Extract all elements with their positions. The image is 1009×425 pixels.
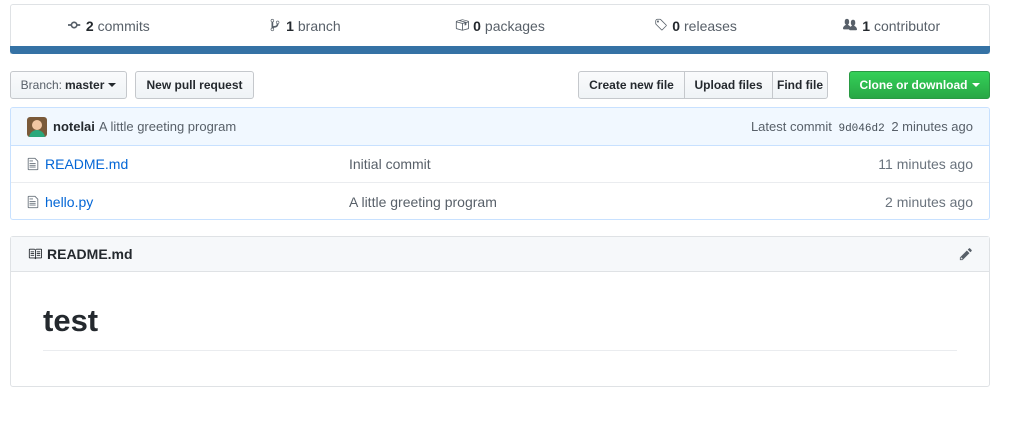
readme-title: README.md xyxy=(47,246,133,262)
latest-commit-prefix: Latest commit xyxy=(750,118,832,134)
book-icon xyxy=(27,247,47,261)
tag-icon xyxy=(654,18,668,35)
file-age: 2 minutes ago xyxy=(885,193,973,210)
releases-link[interactable]: 0 releases xyxy=(598,18,794,35)
clone-label: Clone or download xyxy=(859,78,968,92)
package-icon xyxy=(455,18,470,35)
find-file-button[interactable]: Find file xyxy=(772,71,828,99)
readme-heading: test xyxy=(43,303,957,352)
latest-commit-bar: notelai A little greeting program Latest… xyxy=(11,108,989,146)
contributors-count: 1 xyxy=(862,18,870,34)
releases-label: releases xyxy=(684,18,737,34)
file-actions-group: Create new file Upload files Find file xyxy=(578,71,828,99)
commit-author[interactable]: notelai xyxy=(53,119,95,134)
new-pull-request-button[interactable]: New pull request xyxy=(135,71,254,99)
commit-message[interactable]: A little greeting program xyxy=(99,119,236,134)
readme-header: README.md xyxy=(11,237,989,272)
latest-commit-info: Latest commit 9d046d2 2 minutes ago xyxy=(751,119,973,135)
clone-or-download-button[interactable]: Clone or download xyxy=(849,71,990,99)
file-commit-message[interactable]: A little greeting program xyxy=(349,194,885,210)
avatar[interactable] xyxy=(27,116,47,137)
file-icon xyxy=(27,195,45,209)
caret-down-icon xyxy=(108,83,117,87)
packages-label: packages xyxy=(484,18,545,34)
file-link[interactable]: hello.py xyxy=(27,194,349,210)
file-name[interactable]: README.md xyxy=(45,156,128,172)
language-bar[interactable] xyxy=(10,46,990,54)
commits-link[interactable]: 2 commits xyxy=(11,18,207,35)
branch-value: master xyxy=(65,78,105,92)
contributors-label: contributor xyxy=(873,18,941,34)
readme-panel: README.md test xyxy=(10,236,990,387)
pencil-icon[interactable] xyxy=(959,247,973,261)
readme-body: test xyxy=(11,272,989,352)
branches-link[interactable]: 1 branch xyxy=(207,18,403,35)
releases-count: 0 xyxy=(672,18,681,34)
table-row: README.md Initial commit 11 minutes ago xyxy=(11,146,989,183)
commits-label: commits xyxy=(97,18,150,34)
file-age: 11 minutes ago xyxy=(878,156,973,172)
table-row: hello.py A little greeting program 2 min… xyxy=(11,183,989,219)
contributors-link[interactable]: 1 contributor xyxy=(793,18,989,35)
people-icon xyxy=(842,18,858,35)
caret-down-icon xyxy=(971,83,980,87)
file-table: notelai A little greeting program Latest… xyxy=(10,107,990,220)
file-name[interactable]: hello.py xyxy=(45,194,93,210)
branch-prefix: Branch: xyxy=(20,78,62,92)
latest-commit-age: 2 minutes ago xyxy=(891,118,973,134)
git-branch-icon xyxy=(268,18,282,35)
branches-count: 1 xyxy=(286,18,294,34)
upload-files-button[interactable]: Upload files xyxy=(684,71,773,99)
packages-link[interactable]: 0 packages xyxy=(402,18,598,35)
repo-summary: 2 commits 1 branch 0 packages 0 releases xyxy=(10,4,990,54)
history-icon xyxy=(67,18,82,35)
branch-select-button[interactable]: Branch: master xyxy=(10,71,127,99)
packages-count: 0 xyxy=(473,18,481,34)
file-link[interactable]: README.md xyxy=(27,156,349,172)
file-icon xyxy=(27,157,45,171)
branches-label: branch xyxy=(297,18,341,34)
commits-count: 2 xyxy=(85,18,94,34)
create-new-file-button[interactable]: Create new file xyxy=(578,71,685,99)
commit-sha[interactable]: 9d046d2 xyxy=(838,123,884,135)
file-commit-message[interactable]: Initial commit xyxy=(349,156,878,172)
